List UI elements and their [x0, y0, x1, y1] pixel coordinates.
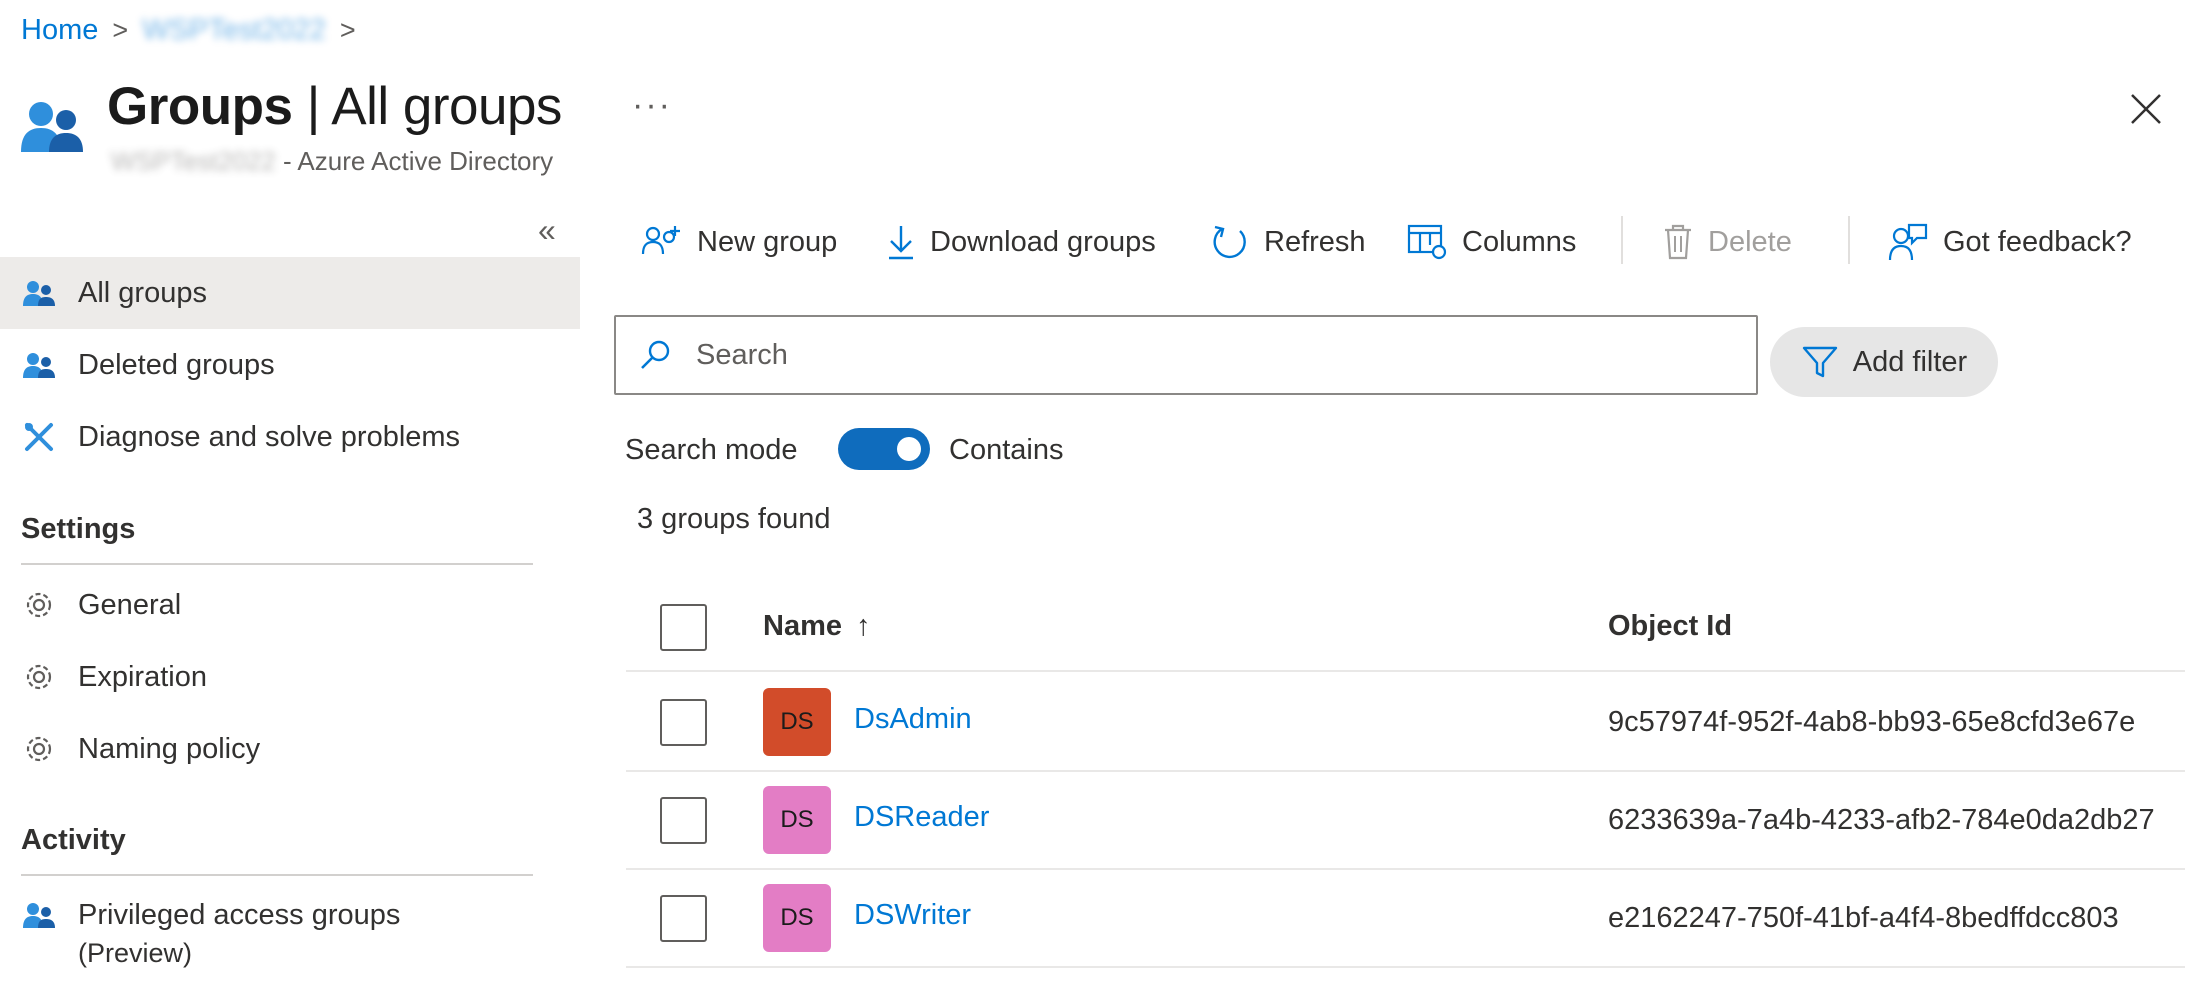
- sidebar-item-label: All groups: [78, 276, 207, 309]
- new-group-icon: [641, 226, 680, 255]
- table-row: DS DsAdmin 9c57974f-952f-4ab8-bb93-65e8c…: [626, 674, 2185, 772]
- gear-icon: [20, 730, 58, 768]
- group-avatar: DS: [763, 884, 831, 952]
- row-checkbox[interactable]: [660, 699, 707, 746]
- refresh-label: Refresh: [1264, 225, 1366, 258]
- feedback-button[interactable]: Got feedback?: [1887, 214, 2132, 270]
- breadcrumb: Home > WSPTest2022 >: [21, 10, 370, 50]
- group-avatar: DS: [763, 688, 831, 756]
- sidebar-item-label: Privileged access groups: [78, 899, 401, 931]
- groups-icon: [20, 274, 58, 312]
- download-groups-button[interactable]: Download groups: [886, 214, 1156, 270]
- download-groups-label: Download groups: [930, 225, 1156, 258]
- add-filter-button[interactable]: Add filter: [1770, 327, 1998, 397]
- column-header-name[interactable]: Name ↑: [763, 610, 871, 643]
- sidebar-item-label: Deleted groups: [78, 348, 275, 381]
- search-mode-toggle[interactable]: [838, 428, 930, 470]
- search-mode-label: Search mode: [625, 434, 798, 466]
- groups-icon: [20, 896, 58, 934]
- breadcrumb-separator: >: [112, 14, 129, 45]
- directory-label: - Azure Active Directory: [275, 146, 554, 176]
- sidebar-item-label: Expiration: [78, 660, 207, 693]
- sidebar-item-sublabel: (Preview): [78, 938, 193, 968]
- sidebar-item-general[interactable]: General: [0, 569, 580, 641]
- select-all-checkbox[interactable]: [660, 604, 707, 651]
- group-name-link[interactable]: DSReader: [854, 801, 989, 834]
- groups-icon: [20, 346, 58, 384]
- search-mode-state: Contains: [949, 434, 1064, 466]
- refresh-icon: [1213, 225, 1246, 259]
- section-divider: [21, 874, 533, 876]
- page-title: Groups | All groups: [107, 76, 562, 137]
- new-group-label: New group: [697, 225, 838, 258]
- collapse-sidebar-button[interactable]: «: [538, 212, 556, 249]
- activity-section-heading: Activity: [21, 824, 126, 856]
- sidebar-item-expiration[interactable]: Expiration: [0, 641, 580, 713]
- tenant-name: WSPTest2022: [111, 146, 276, 176]
- sidebar-item-label: Naming policy: [78, 732, 261, 765]
- settings-section-heading: Settings: [21, 513, 136, 545]
- close-icon[interactable]: [2127, 90, 2165, 128]
- delete-label: Delete: [1708, 225, 1792, 258]
- object-id: 9c57974f-952f-4ab8-bb93-65e8cfd3e67e: [1608, 706, 2136, 738]
- trash-icon: [1665, 224, 1691, 260]
- sidebar-item-deleted-groups[interactable]: Deleted groups: [0, 329, 580, 401]
- columns-button[interactable]: Columns: [1406, 214, 1576, 270]
- feedback-icon: [1888, 223, 1928, 261]
- column-header-object-id[interactable]: Object Id: [1608, 610, 1732, 643]
- sidebar-item-label-group: Privileged access groups (Preview): [78, 896, 400, 972]
- sidebar-item-all-groups[interactable]: All groups: [0, 257, 580, 329]
- toolbar-divider: [1848, 216, 1850, 264]
- section-divider: [21, 563, 533, 565]
- table-row: DS DSWriter e2162247-750f-41bf-a4f4-8bed…: [626, 870, 2185, 968]
- columns-icon: [1407, 224, 1447, 260]
- filter-icon: [1802, 346, 1837, 378]
- sidebar-item-diagnose[interactable]: Diagnose and solve problems: [0, 401, 580, 473]
- search-input[interactable]: [694, 337, 1694, 373]
- object-id: 6233639a-7a4b-4233-afb2-784e0da2db27: [1608, 804, 2155, 836]
- group-name-link[interactable]: DsAdmin: [854, 703, 972, 736]
- row-checkbox[interactable]: [660, 895, 707, 942]
- sidebar-item-naming-policy[interactable]: Naming policy: [0, 713, 580, 785]
- add-filter-label: Add filter: [1852, 345, 1968, 378]
- feedback-label: Got feedback?: [1943, 225, 2132, 258]
- results-count: 3 groups found: [637, 503, 831, 535]
- sidebar-item-privileged-access-groups[interactable]: Privileged access groups (Preview): [0, 884, 580, 974]
- refresh-button[interactable]: Refresh: [1210, 214, 1366, 270]
- table-row: DS DSReader 6233639a-7a4b-4233-afb2-784e…: [626, 772, 2185, 870]
- page-subtitle: WSPTest2022 - Azure Active Directory: [111, 146, 553, 177]
- breadcrumb-tenant-link[interactable]: WSPTest2022: [142, 14, 326, 47]
- row-checkbox[interactable]: [660, 797, 707, 844]
- breadcrumb-home-link[interactable]: Home: [21, 14, 98, 47]
- toolbar-divider: [1621, 216, 1623, 264]
- gear-icon: [20, 586, 58, 624]
- columns-label: Columns: [1462, 225, 1577, 258]
- breadcrumb-separator: >: [339, 14, 356, 45]
- more-options-button[interactable]: ···: [632, 86, 672, 125]
- download-icon: [889, 226, 913, 260]
- column-header-label: Name: [763, 610, 842, 642]
- page-title-main: Groups: [107, 77, 293, 136]
- page-title-sub: All groups: [331, 77, 562, 136]
- sidebar-item-label: General: [78, 588, 182, 621]
- delete-button[interactable]: Delete: [1662, 214, 1792, 270]
- search-box[interactable]: [614, 315, 1758, 395]
- group-name-link[interactable]: DSWriter: [854, 899, 971, 932]
- sidebar-item-label: Diagnose and solve problems: [78, 420, 461, 453]
- groups-header-icon: [19, 96, 84, 154]
- wrench-icon: [20, 418, 58, 456]
- search-icon: [641, 340, 670, 369]
- table-header-row: Name ↑ Object Id: [626, 582, 2185, 672]
- object-id: e2162247-750f-41bf-a4f4-8bedffdcc803: [1608, 902, 2119, 934]
- gear-icon: [20, 658, 58, 696]
- sort-ascending-icon: ↑: [856, 610, 871, 642]
- page-title-separator: |: [292, 77, 332, 136]
- new-group-button[interactable]: New group: [641, 214, 837, 270]
- group-avatar: DS: [763, 786, 831, 854]
